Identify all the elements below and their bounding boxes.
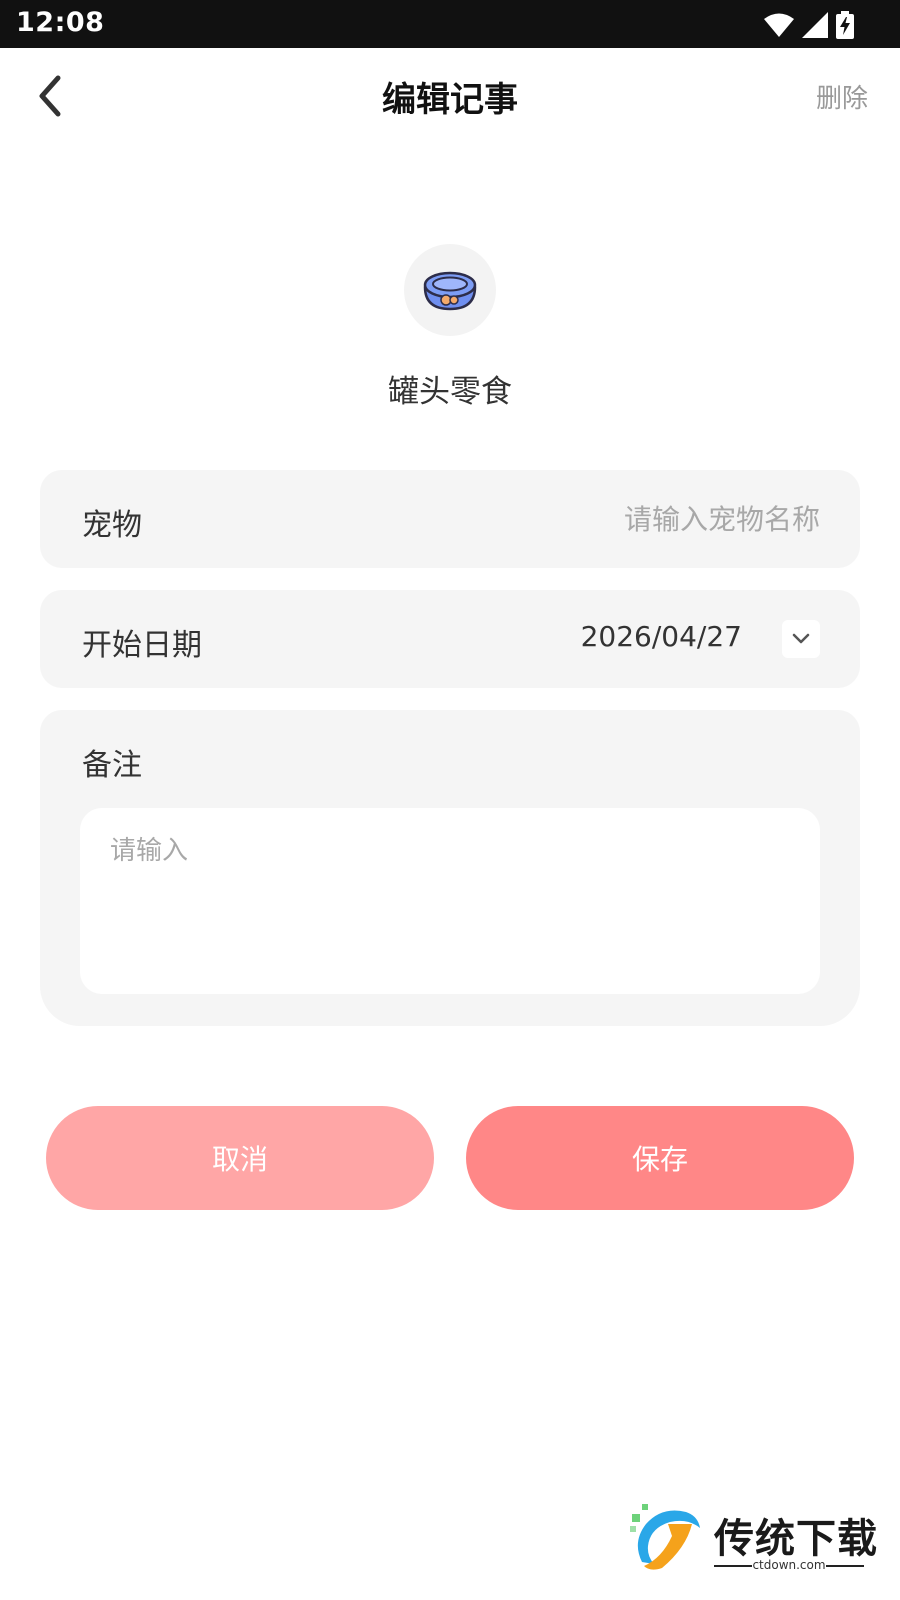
start-date-row[interactable]: 开始日期 2026/04/27 bbox=[40, 590, 860, 688]
watermark-divider-right bbox=[826, 1565, 864, 1567]
notes-card: 备注 bbox=[40, 710, 860, 1026]
signal-icon bbox=[802, 12, 828, 38]
status-icons bbox=[764, 10, 854, 40]
nav-bar: 编辑记事 删除 bbox=[0, 48, 900, 144]
pet-row: 宠物 bbox=[40, 470, 860, 568]
notes-textarea[interactable] bbox=[80, 808, 820, 994]
status-bar: 12:08 bbox=[0, 0, 900, 48]
category-name: 罐头零食 bbox=[388, 374, 512, 410]
delete-button[interactable]: 删除 bbox=[816, 78, 868, 115]
watermark-logo: 传统下载 ctdown.com bbox=[628, 1502, 878, 1582]
watermark-text: 传统下载 bbox=[714, 1516, 878, 1562]
save-button[interactable]: 保存 bbox=[466, 1106, 854, 1210]
chevron-down-icon bbox=[792, 633, 810, 644]
pet-label: 宠物 bbox=[82, 508, 142, 543]
notes-label: 备注 bbox=[82, 748, 142, 783]
cancel-button[interactable]: 取消 bbox=[46, 1106, 434, 1210]
category-icon-container bbox=[404, 244, 496, 336]
ctdown-logo-icon bbox=[630, 1504, 700, 1570]
pet-name-input[interactable] bbox=[400, 496, 820, 542]
start-date-value[interactable]: 2026/04/27 bbox=[581, 620, 742, 653]
date-dropdown-button[interactable] bbox=[782, 620, 820, 658]
wifi-icon bbox=[764, 13, 794, 37]
status-time: 12:08 bbox=[16, 7, 105, 38]
start-date-label: 开始日期 bbox=[82, 628, 202, 663]
battery-charging-icon bbox=[836, 11, 854, 39]
pet-food-bowl-icon bbox=[423, 271, 477, 311]
page-title: 编辑记事 bbox=[382, 80, 518, 120]
